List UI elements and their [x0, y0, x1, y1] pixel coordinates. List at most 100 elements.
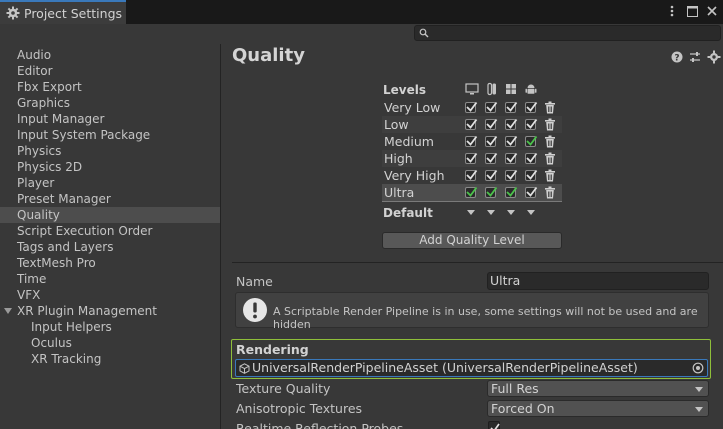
help-icon[interactable]: ?: [670, 50, 684, 64]
platform-checkbox[interactable]: [505, 135, 518, 147]
checkmark-icon: [486, 169, 498, 180]
quality-level-row[interactable]: High: [382, 150, 562, 167]
sidebar-item-textmesh-pro[interactable]: TextMesh Pro: [0, 255, 220, 271]
quality-level-row[interactable]: Medium: [382, 133, 562, 150]
sidebar-item-input-system-package[interactable]: Input System Package: [0, 127, 220, 143]
sidebar-item-input-manager[interactable]: Input Manager: [0, 111, 220, 127]
texture-quality-dropdown[interactable]: Full Res: [487, 380, 709, 397]
sidebar-item-vfx[interactable]: VFX: [0, 287, 220, 303]
checkmark-icon: [526, 186, 538, 197]
anisotropic-label: Anisotropic Textures: [236, 401, 363, 416]
preset-icon[interactable]: [688, 50, 702, 64]
platform-checkbox[interactable]: [525, 152, 538, 164]
render-pipeline-field[interactable]: UniversalRenderPipelineAsset (UniversalR…: [235, 359, 708, 377]
levels-header: Levels: [383, 83, 427, 97]
sidebar-item-graphics[interactable]: Graphics: [0, 95, 220, 111]
platform-checkbox[interactable]: [525, 186, 538, 198]
platform-checkbox[interactable]: [525, 101, 538, 113]
delete-level-icon[interactable]: [544, 101, 556, 114]
quality-level-row[interactable]: Very Low: [382, 99, 562, 116]
object-picker-icon[interactable]: [692, 362, 704, 374]
platform-checkbox[interactable]: [465, 118, 478, 130]
platform-checkbox[interactable]: [505, 186, 518, 198]
checkmark-icon: [506, 135, 518, 146]
sidebar-item-time[interactable]: Time: [0, 271, 220, 287]
sidebar-item-tags-and-layers[interactable]: Tags and Layers: [0, 239, 220, 255]
checkmark-icon: [490, 423, 500, 429]
delete-level-icon[interactable]: [544, 152, 556, 165]
sidebar-item-quality[interactable]: Quality: [0, 207, 220, 223]
asset-icon: [239, 363, 250, 374]
close-icon[interactable]: [705, 3, 719, 19]
sidebar-item-xr-plugin-management[interactable]: XR Plugin Management: [0, 303, 220, 319]
platform-checkbox[interactable]: [525, 135, 538, 147]
platform-checkbox[interactable]: [465, 152, 478, 164]
checkmark-icon: [486, 118, 498, 129]
search-input[interactable]: [414, 25, 721, 41]
realtime-reflection-checkbox[interactable]: [488, 421, 500, 429]
search-icon: [419, 28, 429, 38]
platform-checkbox[interactable]: [485, 186, 498, 198]
quality-level-name: Medium: [384, 134, 434, 149]
delete-level-icon[interactable]: [544, 135, 556, 148]
anisotropic-dropdown[interactable]: Forced On: [487, 400, 709, 417]
checkmark-icon: [506, 118, 518, 129]
default-switch-dropdown[interactable]: [487, 210, 495, 215]
platform-checkbox[interactable]: [485, 101, 498, 113]
settings-gear-icon[interactable]: [707, 50, 721, 64]
platform-checkbox[interactable]: [505, 169, 518, 181]
sidebar-item-xr-tracking[interactable]: XR Tracking: [0, 351, 220, 367]
sidebar-item-oculus[interactable]: Oculus: [0, 335, 220, 351]
sidebar-item-player[interactable]: Player: [0, 175, 220, 191]
checkmark-icon: [486, 152, 498, 163]
platform-checkbox[interactable]: [505, 101, 518, 113]
add-quality-level-button[interactable]: Add Quality Level: [382, 232, 562, 249]
sidebar-item-script-execution-order[interactable]: Script Execution Order: [0, 223, 220, 239]
platform-checkbox[interactable]: [505, 118, 518, 130]
platform-checkbox[interactable]: [485, 152, 498, 164]
page-title: Quality: [232, 45, 305, 66]
sidebar-item-fbx-export[interactable]: Fbx Export: [0, 79, 220, 95]
sidebar-item-label: XR Tracking: [31, 352, 102, 366]
checkmark-icon: [526, 118, 538, 129]
sidebar-item-label: Quality: [17, 208, 60, 222]
quality-level-name: High: [384, 151, 413, 166]
platform-checkbox[interactable]: [485, 118, 498, 130]
platform-checkbox[interactable]: [465, 186, 478, 198]
default-android-dropdown[interactable]: [527, 210, 535, 215]
delete-level-icon[interactable]: [544, 169, 556, 182]
delete-level-icon[interactable]: [544, 186, 556, 199]
delete-level-icon[interactable]: [544, 118, 556, 131]
platform-checkbox[interactable]: [505, 152, 518, 164]
platform-checkbox[interactable]: [465, 101, 478, 113]
sidebar-item-input-helpers[interactable]: Input Helpers: [0, 319, 220, 335]
sidebar-item-label: Input Helpers: [31, 320, 112, 334]
sidebar-item-audio[interactable]: Audio: [0, 47, 220, 63]
platform-checkbox[interactable]: [525, 169, 538, 181]
sidebar-item-physics[interactable]: Physics: [0, 143, 220, 159]
section-divider: [232, 262, 723, 263]
platform-checkbox[interactable]: [465, 169, 478, 181]
platform-checkbox[interactable]: [485, 135, 498, 147]
checkmark-icon: [466, 186, 478, 197]
sidebar-item-editor[interactable]: Editor: [0, 63, 220, 79]
expand-arrow-icon[interactable]: [4, 308, 12, 314]
name-field[interactable]: Ultra: [487, 272, 709, 290]
maximize-icon[interactable]: [685, 3, 699, 19]
platform-checkbox[interactable]: [485, 169, 498, 181]
sidebar-item-physics-2d[interactable]: Physics 2D: [0, 159, 220, 175]
sidebar-item-label: Time: [17, 272, 47, 286]
platform-checkbox[interactable]: [465, 135, 478, 147]
sidebar-item-preset-manager[interactable]: Preset Manager: [0, 191, 220, 207]
more-options-icon[interactable]: [665, 3, 679, 19]
quality-level-row[interactable]: Ultra: [382, 184, 562, 201]
default-windows-dropdown[interactable]: [507, 210, 515, 215]
platform-checkbox[interactable]: [525, 118, 538, 130]
default-label: Default: [383, 206, 433, 220]
default-desktop-dropdown[interactable]: [467, 210, 475, 215]
sidebar-item-label: Input Manager: [17, 112, 105, 126]
quality-level-row[interactable]: Very High: [382, 167, 562, 184]
quality-level-name: Low: [384, 117, 409, 132]
window-tab[interactable]: Project Settings: [0, 0, 126, 24]
quality-level-row[interactable]: Low: [382, 116, 562, 133]
